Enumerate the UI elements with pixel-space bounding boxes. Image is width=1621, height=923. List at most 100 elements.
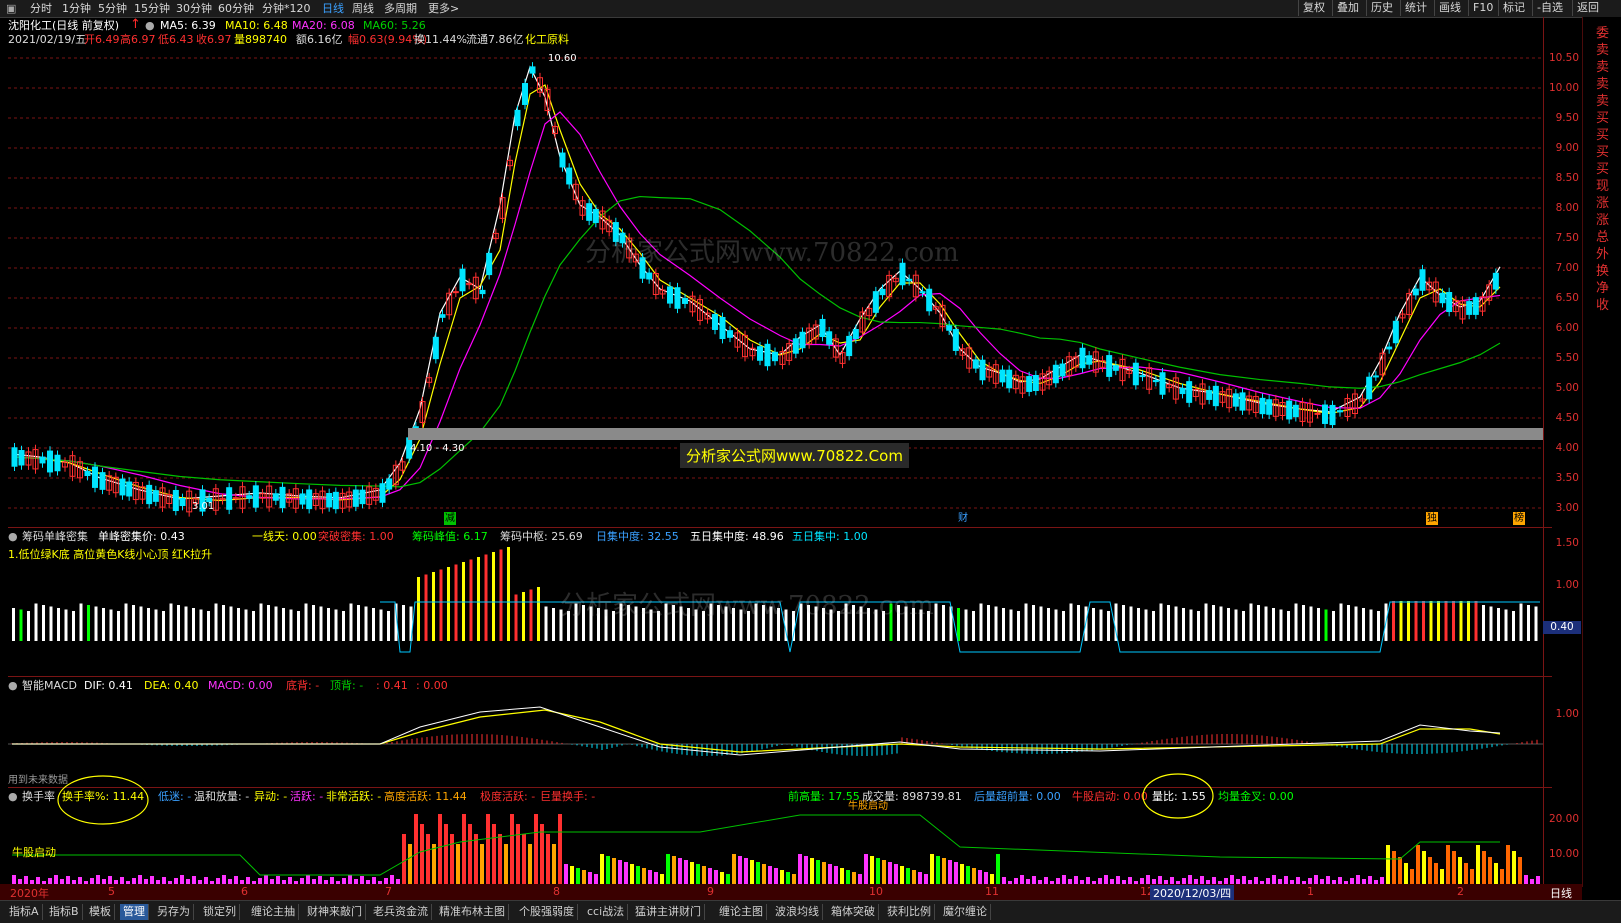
chip-settings-icon[interactable]: ● (8, 530, 18, 543)
chip-bar (454, 564, 458, 641)
chip-indicator-title[interactable]: 筹码单峰密集 (22, 530, 88, 543)
tab-more[interactable]: 更多> (428, 1, 459, 16)
candle-body (1052, 364, 1059, 384)
indicator-tab[interactable]: 老兵资金流 (370, 904, 432, 920)
indicator-tab[interactable]: 模板 (86, 904, 115, 920)
tab-daily[interactable]: 日线 (322, 1, 344, 16)
turnover-bar (1518, 857, 1522, 884)
mark-button[interactable]: 标记 (1498, 0, 1529, 16)
tab-15min[interactable]: 15分钟 (134, 1, 170, 16)
turnover-title[interactable]: 换手率 (22, 790, 55, 803)
stats-button[interactable]: 统计 (1400, 0, 1431, 16)
chip-bar (19, 609, 23, 641)
tab-fenshi[interactable]: 分时 (30, 1, 52, 16)
tab-120min[interactable]: 分钟*120 (262, 1, 311, 16)
website-banner: 分析家公式网www.70822.Com (680, 443, 909, 468)
tab-1min[interactable]: 1分钟 (62, 1, 91, 16)
indicator-tab[interactable]: 另存为 (154, 904, 194, 920)
turnover-bar (894, 864, 898, 884)
chip-bar (964, 609, 968, 641)
indicator-tab[interactable]: cci战法 (584, 904, 629, 920)
turnover-bar (930, 854, 934, 884)
indicator-tab[interactable]: 缠论主图 (716, 904, 767, 920)
chip-bar (1369, 609, 1373, 641)
indicator-tab[interactable]: 箱体突破 (828, 904, 879, 920)
indicator-tab[interactable]: 猛讲主讲财门 (632, 904, 705, 920)
indicator-tab[interactable]: 指标A (6, 904, 43, 920)
date-tick: 9 (707, 885, 714, 898)
indicator-tab[interactable]: 魔尔缠论 (940, 904, 991, 920)
chip-bar (1482, 605, 1485, 641)
tab-60min[interactable]: 60分钟 (218, 1, 254, 16)
chip-bar (544, 606, 548, 641)
turnover-bar (642, 868, 646, 884)
indicator-tab[interactable]: 锁定列 (200, 904, 240, 920)
candle-body (1212, 385, 1219, 407)
indicator-tab[interactable]: 精准布林主图 (436, 904, 509, 920)
watchlist-remove-button[interactable]: -自选 (1532, 0, 1567, 16)
indicator-tab[interactable]: 波浪均线 (772, 904, 823, 920)
indicator-tab[interactable]: 缠论主抽 (248, 904, 299, 920)
tab-multi-period[interactable]: 多周期 (384, 1, 417, 16)
macd-settings-icon[interactable]: ● (8, 679, 18, 692)
turnover-bar (1386, 845, 1390, 884)
draw-line-button[interactable]: 画线 (1434, 0, 1465, 16)
candle-body (879, 288, 886, 296)
chip-bar (1182, 608, 1185, 641)
candle-body (172, 489, 179, 512)
order-book-label: 买 (1595, 111, 1609, 126)
macd-bottom-divergence: 底背: - (286, 679, 320, 692)
candle-body (299, 493, 306, 505)
turnover-bar (660, 874, 664, 884)
order-book-label: 卖 (1595, 77, 1609, 92)
price-axis-tick: 4.00 (1555, 442, 1579, 454)
chip-bar (27, 611, 30, 641)
turnover-golden-cross: 均量金叉: 0.00 (1218, 790, 1294, 803)
marker-unique[interactable]: 独 (1426, 512, 1438, 525)
chip-bar (334, 609, 338, 641)
chip-bar (1257, 605, 1260, 641)
macd-title[interactable]: 智能MACD (22, 679, 77, 692)
indicator-tab[interactable]: 个股强弱度 (516, 904, 578, 920)
back-button[interactable]: 返回 (1572, 0, 1603, 16)
history-button[interactable]: 历史 (1366, 0, 1397, 16)
turnover-rate: 换手率%: 11.44 (62, 790, 145, 803)
chip-bar (1332, 611, 1335, 641)
menu-icon[interactable]: ▣ (6, 1, 16, 16)
tab-30min[interactable]: 30分钟 (176, 1, 212, 16)
chip-bar (507, 547, 510, 641)
order-book-label: 买 (1595, 145, 1609, 160)
turnover-bar (306, 875, 310, 884)
chip-bar (1047, 608, 1050, 641)
indicator-tab[interactable]: 财神来敲门 (304, 904, 366, 920)
adjust-button[interactable]: 复权 (1298, 0, 1329, 16)
turnover-bar (702, 866, 706, 884)
candle-body (952, 329, 959, 351)
candle-body (39, 456, 46, 464)
turnover-settings-icon[interactable]: ● (8, 790, 18, 803)
chip-bar (514, 594, 518, 641)
turnover-bar (1230, 875, 1234, 884)
chip-bar (87, 605, 90, 641)
indicator-tab[interactable]: 管理 (120, 904, 149, 920)
chip-bar (1317, 608, 1320, 641)
marker-board[interactable]: 榜 (1513, 512, 1525, 525)
watermark-chip: 分析家公式网www.70822.com (560, 591, 934, 621)
chip-bar (1099, 609, 1103, 641)
f10-button[interactable]: F10 (1468, 0, 1497, 16)
marker-finance[interactable]: 财 (958, 512, 968, 525)
indicator-tab[interactable]: 指标B (46, 904, 83, 920)
dif-line (12, 706, 1501, 756)
date-tick: 6 (241, 885, 248, 898)
tab-5min[interactable]: 5分钟 (98, 1, 127, 16)
marker-reduce[interactable]: 减 (444, 512, 456, 525)
turnover-bar (534, 814, 538, 884)
turnover-bar (1452, 851, 1456, 884)
candle-body (272, 493, 279, 501)
overlay-button[interactable]: 叠加 (1332, 0, 1363, 16)
indicator-tab[interactable]: 获利比例 (884, 904, 935, 920)
chip-bar (1204, 603, 1208, 641)
chip-bar (214, 603, 218, 641)
tab-weekly[interactable]: 周线 (352, 1, 374, 16)
turnover-bar (732, 854, 736, 884)
